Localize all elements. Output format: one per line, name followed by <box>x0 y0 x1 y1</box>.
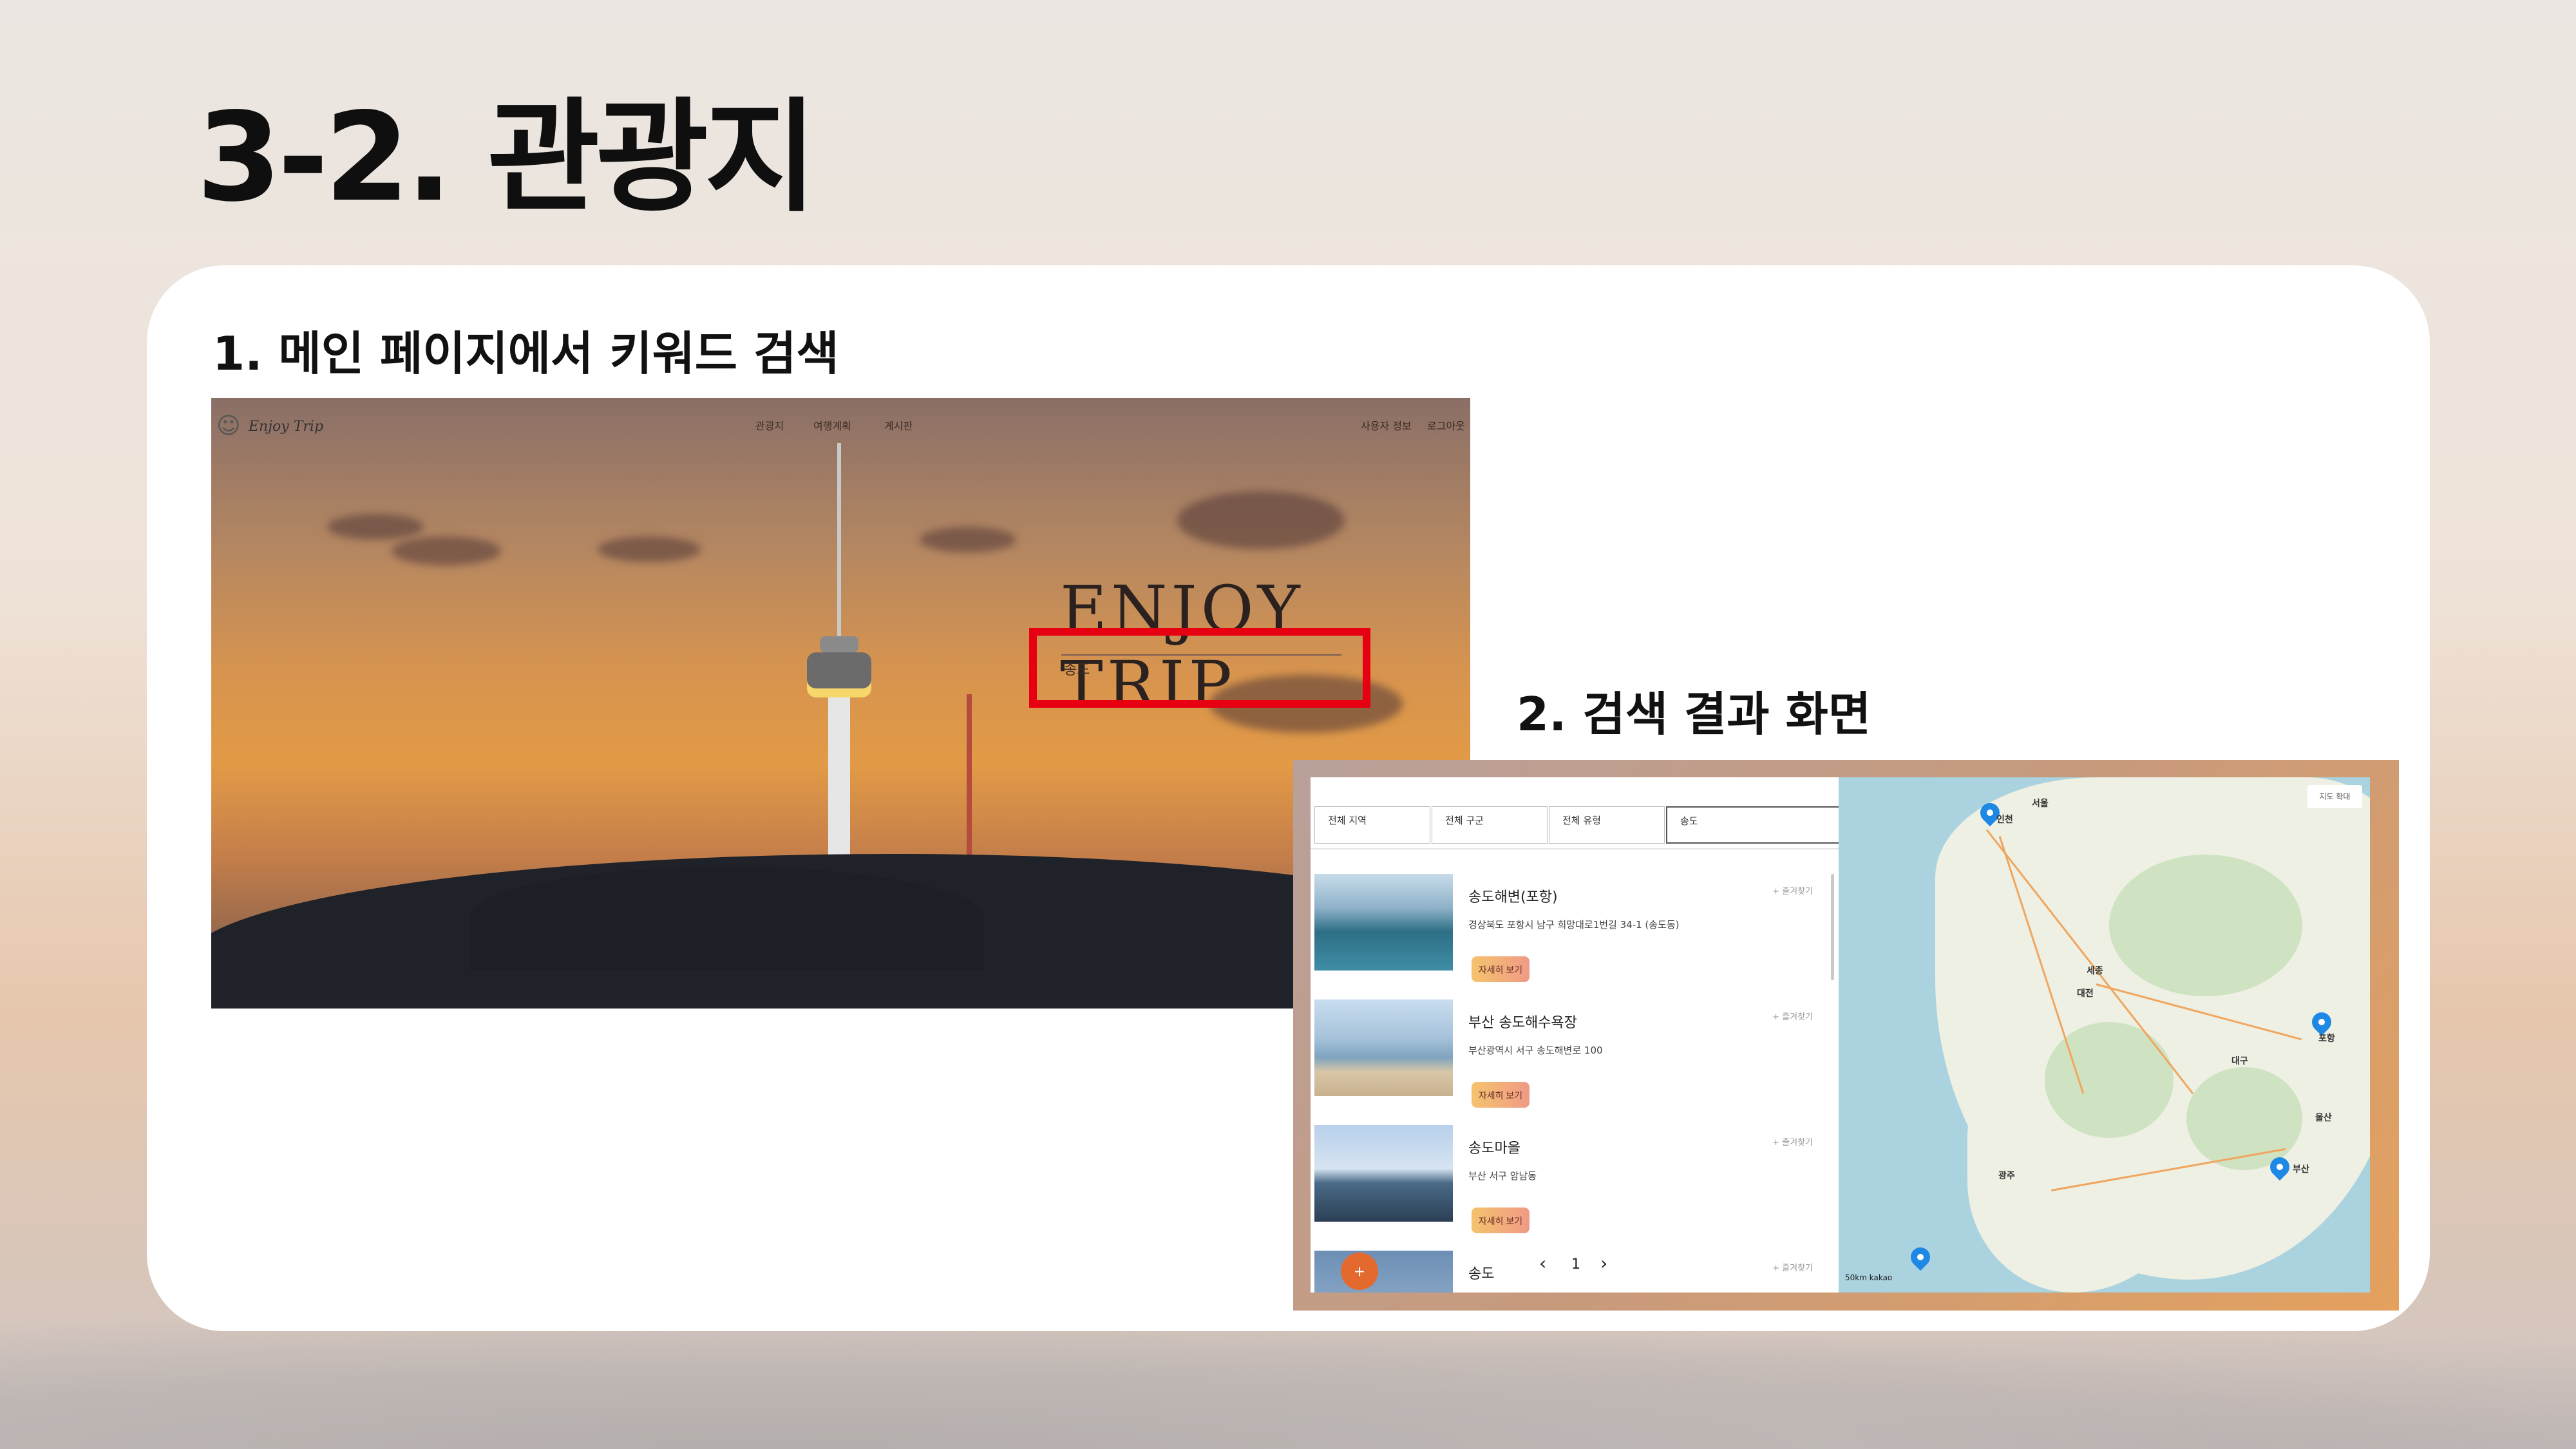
logo-icon[interactable]: ☺ <box>216 412 242 440</box>
item-address: 경상북도 포항시 남구 희망대로1번길 34-1 (송도동) <box>1468 919 1680 931</box>
map-attribution: kakao <box>1869 1273 1893 1282</box>
city-label: 대구 <box>2231 1056 2248 1066</box>
item-thumbnail <box>1314 999 1453 1096</box>
map-zoom-control[interactable]: 지도 확대 <box>2307 785 2362 808</box>
filter-type[interactable]: 전체 유형 <box>1549 806 1665 844</box>
city-label: 세종 <box>2087 966 2103 976</box>
nav-plan[interactable]: 여행계획 <box>813 417 851 433</box>
map-view[interactable]: 서울 인천 대전 대구 광주 부산 울산 포항 세종 지도 확대 50km ka… <box>1839 777 2370 1293</box>
city-label: 부산 <box>2293 1164 2309 1175</box>
city-label: 울산 <box>2315 1113 2332 1123</box>
cloud <box>598 536 701 562</box>
nav-user-info[interactable]: 사용자 정보 <box>1361 417 1412 433</box>
results-page-screenshot: 전체 지역 전체 구군 전체 유형 송도 송도해변(포항) 경상북도 포항시 남… <box>1293 760 2399 1311</box>
pager-prev[interactable]: ‹ <box>1539 1253 1546 1274</box>
list-item[interactable]: 송도해변(포항) 경상북도 포항시 남구 희망대로1번길 34-1 (송도동) … <box>1311 874 1839 996</box>
city-label: 인천 <box>1996 815 2013 825</box>
nav-logout[interactable]: 로그아웃 <box>1427 417 1465 433</box>
logo-text[interactable]: Enjoy Trip <box>249 419 323 435</box>
city-label: 서울 <box>2032 799 2049 809</box>
slide-title: 3-2. 관광지 <box>196 86 817 229</box>
detail-button[interactable]: 자세히 보기 <box>1472 1208 1530 1233</box>
item-name: 송도해변(포항) <box>1468 889 1558 905</box>
step2-label: 2. 검색 결과 화면 <box>1517 687 1871 741</box>
pager-page[interactable]: 1 <box>1571 1256 1580 1273</box>
header: ☺ Enjoy Trip 관광지 여행계획 게시판 사용자 정보 로그아웃 <box>211 398 1470 440</box>
cloud <box>1177 491 1345 549</box>
favorite-link[interactable]: + 즐겨찾기 <box>1772 1010 1813 1022</box>
list-item[interactable]: 부산 송도해수욕장 부산광역시 서구 송도해변로 100 자세히 보기 + 즐겨… <box>1311 999 1839 1122</box>
item-name: 송도 <box>1468 1266 1495 1282</box>
cloud <box>327 514 424 540</box>
step1-label: 1. 메인 페이지에서 키워드 검색 <box>213 327 839 381</box>
item-name: 부산 송도해수욕장 <box>1468 1015 1577 1031</box>
nav-attractions[interactable]: 관광지 <box>755 417 784 433</box>
map-marker-pin[interactable] <box>1906 1243 1935 1271</box>
favorite-link[interactable]: + 즐겨찾기 <box>1772 1261 1813 1273</box>
cloud <box>392 536 501 565</box>
item-thumbnail <box>1314 1125 1453 1222</box>
city-label: 대전 <box>2077 989 2094 999</box>
tower-shaft <box>828 697 850 878</box>
detail-button[interactable]: 자세히 보기 <box>1472 956 1530 982</box>
item-address: 부산 서구 암남동 <box>1468 1170 1537 1182</box>
favorite-link[interactable]: + 즐겨찾기 <box>1772 884 1813 896</box>
favorite-link[interactable]: + 즐겨찾기 <box>1772 1135 1813 1148</box>
add-fab-button[interactable]: + <box>1341 1253 1378 1290</box>
search-highlight-box <box>1029 628 1370 708</box>
hill-silhouette-top <box>469 867 984 970</box>
item-thumbnail <box>1314 874 1453 971</box>
map-scale: 50km kakao <box>1845 1273 1892 1282</box>
keyword-search-input[interactable]: 송도 <box>1666 806 1843 844</box>
item-address: 부산광역시 서구 송도해변로 100 <box>1468 1045 1603 1056</box>
city-label: 광주 <box>1998 1171 2015 1181</box>
map-terrain <box>2109 855 2302 996</box>
scrollbar[interactable] <box>1831 874 1834 980</box>
item-thumbnail <box>1314 1251 1453 1293</box>
scale-value: 50km <box>1845 1273 1867 1282</box>
tower-observation <box>807 652 871 697</box>
pager-next[interactable]: › <box>1600 1253 1607 1274</box>
list-item[interactable]: 송도마을 부산 서구 암남동 자세히 보기 + 즐겨찾기 <box>1311 1125 1839 1247</box>
results-panel: 전체 지역 전체 구군 전체 유형 송도 송도해변(포항) 경상북도 포항시 남… <box>1311 777 1843 1293</box>
divider <box>1311 848 1839 849</box>
filter-district[interactable]: 전체 구군 <box>1432 806 1548 844</box>
item-name: 송도마을 <box>1468 1141 1520 1157</box>
detail-button[interactable]: 자세히 보기 <box>1472 1082 1530 1108</box>
city-label: 포항 <box>2318 1034 2335 1044</box>
nav-board[interactable]: 게시판 <box>884 417 913 433</box>
tower-antenna <box>837 443 841 649</box>
tower-ring <box>820 636 858 652</box>
filter-region[interactable]: 전체 지역 <box>1314 806 1430 844</box>
cloud <box>920 527 1016 553</box>
